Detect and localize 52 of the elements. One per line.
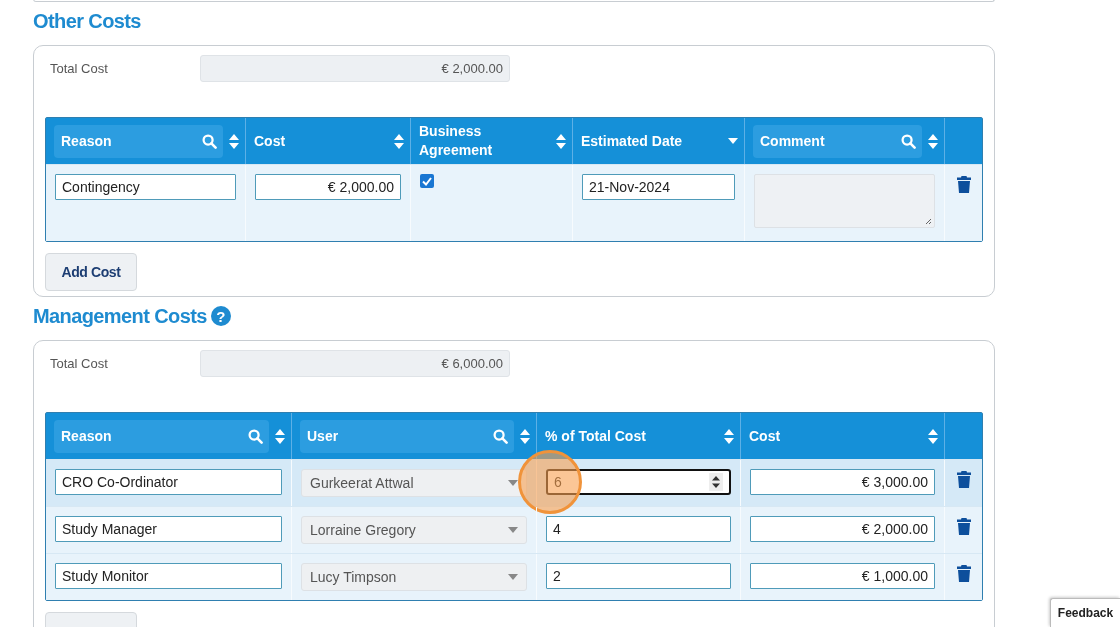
text-input[interactable]: 21-Nov-2024 [582,174,735,200]
sort-down-icon[interactable] [728,138,738,144]
total-cost-field: € 2,000.00 [200,55,510,82]
user-select[interactable]: Lucy Timpson [301,563,527,591]
trash-icon[interactable] [956,565,971,582]
dropdown-caret-icon[interactable] [508,480,518,486]
checkbox[interactable] [420,174,434,188]
percent-input[interactable]: 2 [546,563,731,589]
spinner-icon[interactable] [709,473,723,491]
text-input[interactable]: Study Monitor [55,563,282,589]
cost-input[interactable]: € 2,000.00 [750,516,935,542]
field-label: Total Cost [49,61,109,76]
section-title: Management Costs [33,304,207,328]
dropdown-caret-icon[interactable] [508,574,518,580]
text-input[interactable]: Contingency [55,174,236,200]
text-input[interactable]: Study Manager [55,516,282,542]
select-value: Gurkeerat Attwal [310,475,414,491]
help-icon[interactable]: ? [210,306,231,326]
feedback-button[interactable]: Feedback [1050,598,1120,627]
total-cost-field: € 6,000.00 [200,350,510,377]
cost-input[interactable]: € 3,000.00 [750,469,935,495]
sort-icon[interactable] [556,133,566,149]
search-icon[interactable] [901,133,916,149]
section-title: Other Costs [33,9,141,33]
cost-input[interactable]: € 2,000.00 [255,174,401,200]
input-value: 6 [554,474,562,490]
resize-grip-icon[interactable] [925,218,932,225]
search-icon[interactable] [202,133,217,149]
user-select[interactable]: Gurkeerat Attwal [301,469,527,497]
select-value: Lucy Timpson [310,569,397,585]
sort-icon[interactable] [394,133,404,149]
trash-icon[interactable] [956,471,971,488]
trash-icon[interactable] [956,176,971,193]
sort-icon[interactable] [520,428,530,444]
sort-icon[interactable] [724,428,734,444]
field-label: Total Cost [49,356,109,371]
search-icon[interactable] [493,428,508,444]
sort-icon[interactable] [928,428,938,444]
sort-icon[interactable] [275,428,285,444]
trash-icon[interactable] [956,518,971,535]
cost-input[interactable]: € 1,000.00 [750,563,935,589]
search-icon[interactable] [248,428,263,444]
sort-icon[interactable] [928,133,938,149]
text-input[interactable]: CRO Co-Ordinator [55,469,282,495]
input-value: 4 [553,521,561,537]
sort-icon[interactable] [229,133,239,149]
dropdown-caret-icon[interactable] [508,527,518,533]
percent-input[interactable]: 4 [546,516,731,542]
add-cost-button[interactable]: Add Cost [45,253,137,291]
select-value: Lorraine Gregory [310,522,416,538]
input-value: 2 [553,568,561,584]
user-select[interactable]: Lorraine Gregory [301,516,527,544]
